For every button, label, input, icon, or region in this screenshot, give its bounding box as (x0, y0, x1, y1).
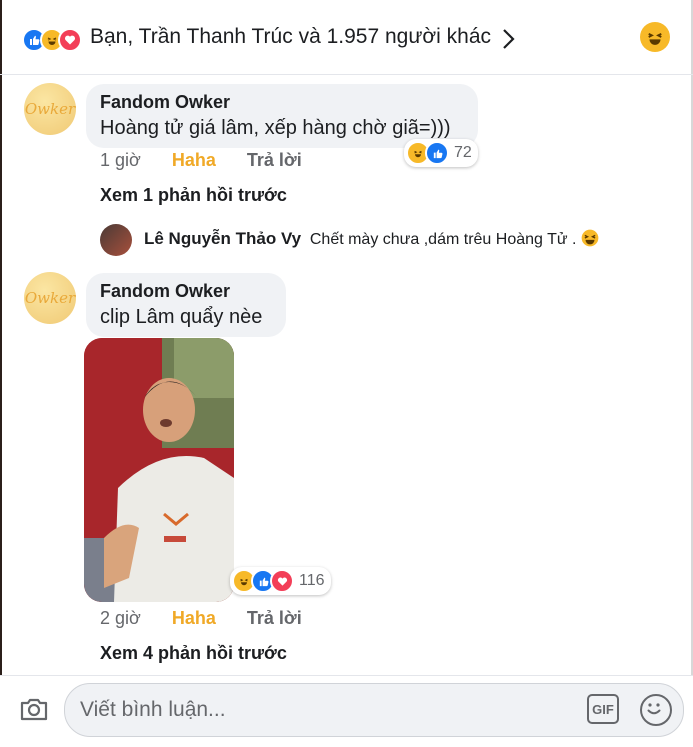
video-thumbnail[interactable] (84, 338, 234, 602)
reply-preview[interactable]: Lê Nguyễn Thảo Vy Chết mày chưa ,dám trê… (144, 229, 599, 249)
reply-link[interactable]: Trả lời (247, 608, 302, 628)
emoji-icon[interactable] (640, 694, 672, 726)
gif-button[interactable]: GIF (587, 694, 619, 724)
comment-meta: 2 giờ Haha Trả lời (100, 608, 302, 629)
comment-input-placeholder: Viết bình luận... (80, 698, 226, 721)
view-previous-replies[interactable]: Xem 4 phản hồi trước (100, 643, 287, 664)
haha-reaction-link[interactable]: Haha (172, 150, 216, 170)
avatar[interactable]: Owker (24, 83, 76, 135)
reaction-count: 72 (454, 144, 472, 161)
haha-icon[interactable] (640, 22, 670, 52)
comment-time[interactable]: 1 giờ (100, 150, 141, 170)
laughing-emoji-icon (581, 229, 599, 247)
comment-time[interactable]: 2 giờ (100, 608, 141, 628)
frame-edge-left (0, 0, 2, 746)
view-previous-replies[interactable]: Xem 1 phản hồi trước (100, 185, 287, 206)
avatar[interactable]: Owker (24, 272, 76, 324)
reply-link[interactable]: Trả lời (247, 150, 302, 170)
camera-icon[interactable] (18, 693, 50, 725)
comment-text: clip Lâm quẩy nèe (100, 306, 263, 328)
reaction-count-badge[interactable]: 116 (230, 567, 331, 595)
love-icon (270, 569, 294, 593)
reactions-header[interactable]: Bạn, Trần Thanh Trúc và 1.957 người khác (0, 0, 693, 75)
reactions-summary: Bạn, Trần Thanh Trúc và 1.957 người khác (90, 25, 492, 48)
reaction-count-badge[interactable]: 72 (404, 139, 478, 167)
reaction-icons (22, 28, 82, 52)
love-icon (58, 28, 82, 52)
comment-author[interactable]: Fandom Owker (100, 92, 464, 113)
comment-meta: 1 giờ Haha Trả lời (100, 150, 302, 171)
comment-text: Hoàng tử giá lâm, xếp hàng chờ giã=))) (100, 117, 451, 139)
reaction-count: 116 (299, 572, 325, 589)
reply-text: Chết mày chưa ,dám trêu Hoàng Tử . (309, 231, 577, 248)
reply-author[interactable]: Lê Nguyễn Thảo Vy (144, 229, 301, 248)
avatar[interactable] (100, 224, 132, 256)
video-frame-image (84, 338, 234, 602)
comment-bubble: Fandom Owker clip Lâm quẩy nèe (86, 273, 286, 337)
comment-author[interactable]: Fandom Owker (100, 281, 272, 302)
like-icon (425, 141, 449, 165)
haha-reaction-link[interactable]: Haha (172, 608, 216, 628)
chevron-right-icon (503, 29, 515, 49)
